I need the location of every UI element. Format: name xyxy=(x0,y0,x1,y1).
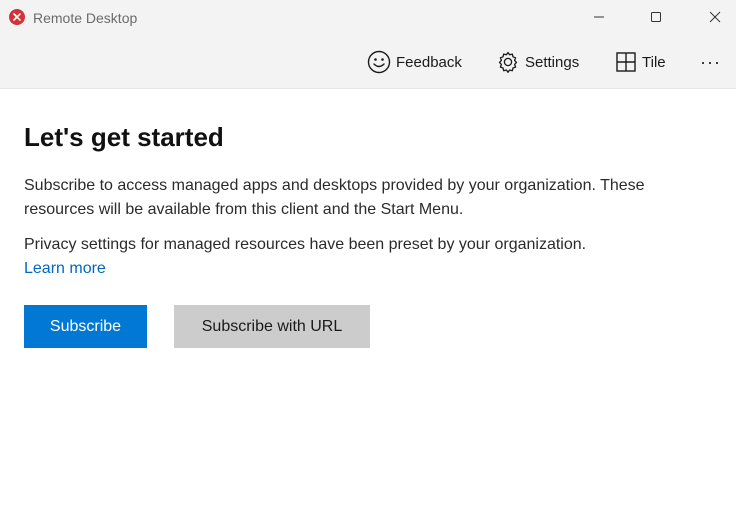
toolbar: Feedback Settings Tile ··· xyxy=(0,36,736,89)
more-button[interactable]: ··· xyxy=(700,48,721,76)
tile-label: Tile xyxy=(642,53,666,71)
title-bar: Remote Desktop xyxy=(0,0,736,36)
tile-icon xyxy=(616,52,636,72)
window-title: Remote Desktop xyxy=(33,10,138,26)
learn-more-link[interactable]: Learn more xyxy=(24,257,106,281)
close-button[interactable] xyxy=(692,0,736,34)
tile-button[interactable]: Tile xyxy=(615,48,666,76)
minimize-icon xyxy=(594,16,604,18)
subscribe-button[interactable]: Subscribe xyxy=(24,305,147,348)
settings-label: Settings xyxy=(525,53,580,71)
remote-desktop-icon xyxy=(9,9,25,25)
description-text: Subscribe to access managed apps and des… xyxy=(24,177,645,218)
close-icon xyxy=(709,11,721,23)
feedback-button[interactable]: Feedback xyxy=(367,48,462,76)
maximize-button[interactable] xyxy=(633,0,679,34)
feedback-label: Feedback xyxy=(396,53,462,71)
gear-icon xyxy=(498,51,518,73)
maximize-icon xyxy=(651,12,661,22)
smiley-icon xyxy=(367,50,391,74)
minimize-button[interactable] xyxy=(576,0,622,34)
privacy-text: Privacy settings for managed resources h… xyxy=(24,236,587,253)
settings-button[interactable]: Settings xyxy=(496,48,579,76)
more-icon: ··· xyxy=(700,51,721,72)
page-title: Let's get started xyxy=(24,122,224,152)
subscribe-with-url-button[interactable]: Subscribe with URL xyxy=(174,305,370,348)
